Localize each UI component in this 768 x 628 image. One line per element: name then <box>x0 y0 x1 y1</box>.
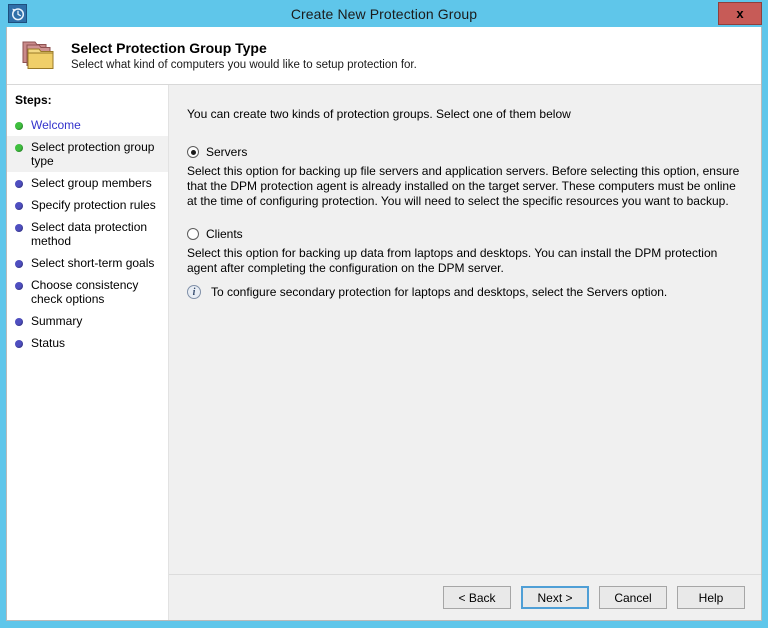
sidebar-item-select-data-protection-method[interactable]: Select data protection method <box>7 216 168 252</box>
step-bullet-icon <box>15 340 23 348</box>
page-title: Select Protection Group Type <box>71 40 417 56</box>
info-icon: i <box>187 285 201 299</box>
title-bar: Create New Protection Group x <box>0 0 768 27</box>
step-bullet-icon <box>15 122 23 130</box>
main-content: You can create two kinds of protection g… <box>169 85 761 620</box>
sidebar-item-label: Status <box>31 336 65 350</box>
sidebar-item-label: Summary <box>31 314 82 328</box>
dialog-body: Steps: Welcome Select protection group t… <box>7 85 761 620</box>
back-button[interactable]: < Back <box>443 586 511 609</box>
protection-group-type-pane: You can create two kinds of protection g… <box>169 85 761 574</box>
step-bullet-icon <box>15 224 23 232</box>
sidebar-item-select-protection-group-type[interactable]: Select protection group type <box>7 136 168 172</box>
close-icon[interactable]: x <box>718 2 762 25</box>
page-subtitle: Select what kind of computers you would … <box>71 59 417 71</box>
cancel-button[interactable]: Cancel <box>599 586 667 609</box>
option-clients: Clients Select this option for backing u… <box>187 227 745 299</box>
radio-clients[interactable] <box>187 228 199 240</box>
step-bullet-icon <box>15 318 23 326</box>
window-title: Create New Protection Group <box>0 6 768 22</box>
page-header-text: Select Protection Group Type Select what… <box>63 40 417 71</box>
dpm-recovery-clock-icon <box>8 4 27 23</box>
sidebar-item-summary[interactable]: Summary <box>7 310 168 332</box>
intro-text: You can create two kinds of protection g… <box>187 107 745 121</box>
dialog-window: Create New Protection Group x Select Pro… <box>0 0 768 628</box>
radio-servers[interactable] <box>187 146 199 158</box>
step-bullet-icon <box>15 180 23 188</box>
page-header: Select Protection Group Type Select what… <box>7 27 761 85</box>
option-clients-header[interactable]: Clients <box>187 227 745 241</box>
steps-sidebar: Steps: Welcome Select protection group t… <box>7 85 169 620</box>
sidebar-item-status[interactable]: Status <box>7 332 168 354</box>
option-clients-description: Select this option for backing up data f… <box>187 246 745 276</box>
option-servers-label: Servers <box>206 145 247 159</box>
step-bullet-icon <box>15 144 23 152</box>
sidebar-item-select-group-members[interactable]: Select group members <box>7 172 168 194</box>
steps-heading: Steps: <box>7 93 168 114</box>
step-bullet-icon <box>15 202 23 210</box>
sidebar-item-label: Specify protection rules <box>31 198 156 212</box>
option-servers-description: Select this option for backing up file s… <box>187 164 745 209</box>
sidebar-item-welcome[interactable]: Welcome <box>7 114 168 136</box>
step-bullet-icon <box>15 282 23 290</box>
sidebar-item-select-short-term-goals[interactable]: Select short-term goals <box>7 252 168 274</box>
sidebar-item-specify-protection-rules[interactable]: Specify protection rules <box>7 194 168 216</box>
sidebar-item-label: Choose consistency check options <box>31 278 164 306</box>
sidebar-item-choose-consistency-check-options[interactable]: Choose consistency check options <box>7 274 168 310</box>
next-button[interactable]: Next > <box>521 586 589 609</box>
sidebar-item-label: Select short-term goals <box>31 256 154 270</box>
sidebar-item-label: Select data protection method <box>31 220 164 248</box>
sidebar-item-label: Welcome <box>31 118 81 132</box>
step-bullet-icon <box>15 260 23 268</box>
folder-group-icon <box>15 34 63 78</box>
info-note-text: To configure secondary protection for la… <box>211 285 667 299</box>
sidebar-item-label: Select protection group type <box>31 140 164 168</box>
option-clients-label: Clients <box>206 227 243 241</box>
sidebar-item-label: Select group members <box>31 176 152 190</box>
help-button[interactable]: Help <box>677 586 745 609</box>
info-note: i To configure secondary protection for … <box>187 285 745 299</box>
dialog-button-bar: < Back Next > Cancel Help <box>169 574 761 620</box>
option-servers-header[interactable]: Servers <box>187 145 745 159</box>
option-servers: Servers Select this option for backing u… <box>187 145 745 209</box>
dialog-client-area: Select Protection Group Type Select what… <box>6 27 762 621</box>
